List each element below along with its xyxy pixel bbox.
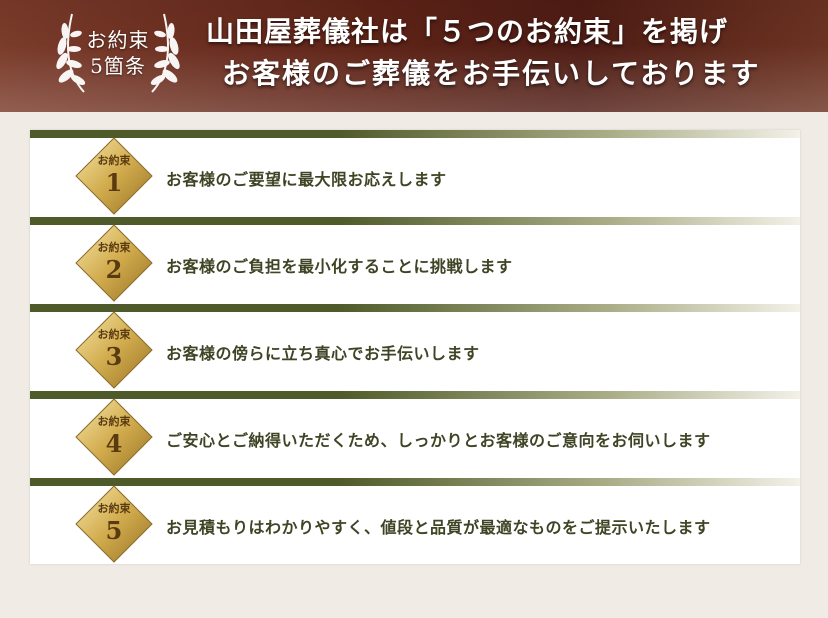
badge-number: 1 bbox=[105, 168, 123, 197]
promise-badge-3: お約束 3 bbox=[74, 310, 154, 390]
badge-number: 2 bbox=[105, 255, 123, 284]
promise-row-2: お約束 2 お客様のご負担を最小化することに挑戦します bbox=[30, 217, 800, 304]
headline-line-2: お客様のご葬儀をお手伝いしております bbox=[222, 57, 761, 90]
emblem-subtitle: 5箇条 bbox=[90, 54, 146, 78]
emblem-title: お約束 bbox=[86, 28, 150, 52]
headline-line-1: 山田屋葬儀社は「５つのお約束」を掲げ bbox=[206, 15, 729, 48]
badge-label: お約束 bbox=[97, 328, 131, 341]
emblem-laurel: お約束 5箇条 bbox=[46, 6, 190, 102]
promise-text: お客様のご要望に最大限お応えします bbox=[166, 170, 447, 189]
promise-text: お客様の傍らに立ち真心でお手伝いします bbox=[166, 344, 480, 363]
badge-label: お約束 bbox=[97, 241, 131, 254]
badge-label: お約束 bbox=[97, 154, 131, 167]
badge-number: 3 bbox=[105, 342, 123, 371]
promise-badge-1: お約束 1 bbox=[74, 136, 154, 216]
promise-row-4: お約束 4 ご安心とご納得いただくため、しっかりとお客様のご意向をお伺いします bbox=[30, 391, 800, 478]
promise-row-5: お約束 5 お見積もりはわかりやすく、値段と品質が最適なものをご提示いたします bbox=[30, 478, 800, 565]
header-banner: お約束 5箇条 山田屋葬儀社は「５つのお約束」を掲げ お客様のご葬儀をお手伝いし… bbox=[0, 0, 828, 112]
promise-badge-2: お約束 2 bbox=[74, 223, 154, 303]
promise-row-3: お約束 3 お客様の傍らに立ち真心でお手伝いします bbox=[30, 304, 800, 391]
badge-label: お約束 bbox=[97, 415, 131, 428]
promise-badge-5: お約束 5 bbox=[74, 484, 154, 564]
promise-badge-4: お約束 4 bbox=[74, 397, 154, 477]
promise-row-1: お約束 1 お客様のご要望に最大限お応えします bbox=[30, 130, 800, 217]
badge-number: 5 bbox=[105, 516, 123, 545]
badge-label: お約束 bbox=[97, 502, 131, 515]
badge-number: 4 bbox=[105, 429, 123, 458]
promises-panel: お約束 1 お客様のご要望に最大限お応えします お約束 2 お客様のご負担を最小… bbox=[30, 130, 800, 564]
promise-text: ご安心とご納得いただくため、しっかりとお客様のご意向をお伺いします bbox=[166, 431, 711, 450]
promise-text: お見積もりはわかりやすく、値段と品質が最適なものをご提示いたします bbox=[166, 518, 711, 537]
promise-text: お客様のご負担を最小化することに挑戦します bbox=[166, 257, 513, 276]
